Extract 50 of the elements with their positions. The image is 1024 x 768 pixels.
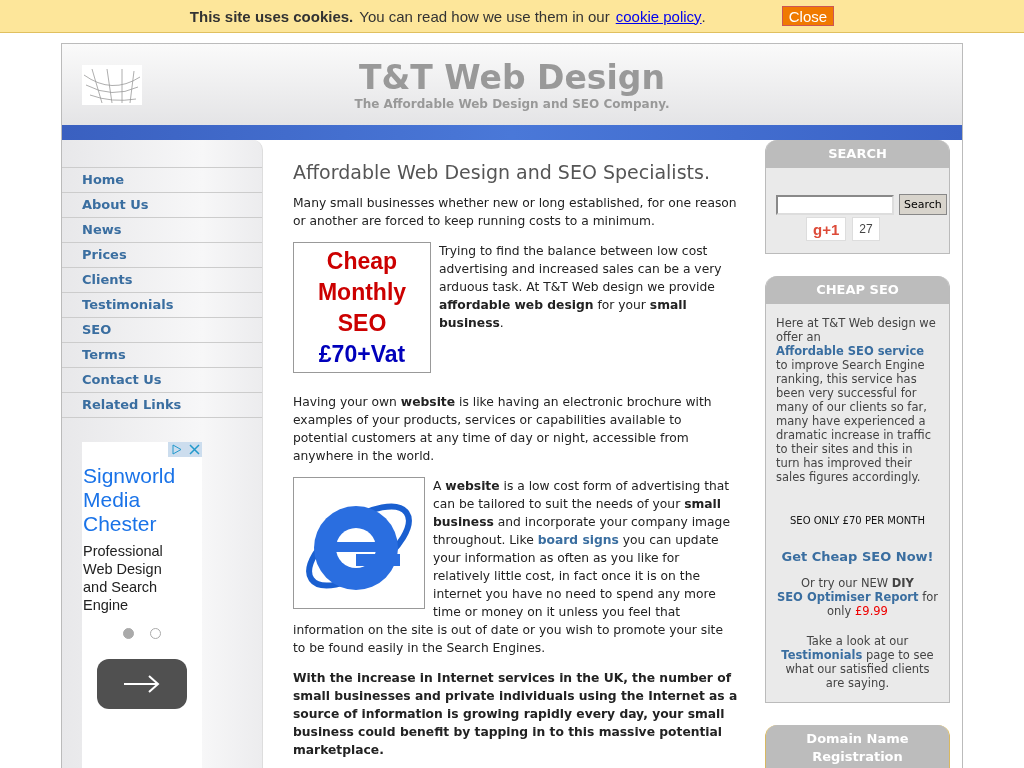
page-heading: Affordable Web Design and SEO Specialists. <box>293 160 711 184</box>
seo-paragraph: Here at T&T Web design we offer an Affordable SEO service to improve Search Engine ranking, this service has been very successful for many of our clients so far, many have experienced a dramatic increase in traffic to their sites and this in turn has improved their sales figures accordingly. <box>776 316 937 484</box>
nav-link[interactable]: Terms <box>62 342 262 367</box>
next-button[interactable] <box>97 659 187 709</box>
plus-one-count: 27 <box>852 217 880 241</box>
text-link[interactable]: Testimonials <box>781 648 863 662</box>
intro-paragraph: Many small businesses whether new or long established, for one reason or another are forced to keep running costs to a minimum. <box>293 195 738 230</box>
text-link[interactable]: Affordable SEO service <box>776 344 925 358</box>
cookie-period: . <box>701 7 706 25</box>
body-paragraph: Trying to find the balance between low cost advertising and increased sales can be a very arduous task. At T&T Web design we provide affordable web design for your small business. <box>439 243 723 332</box>
panel-title: CHEAP SEO <box>766 276 949 304</box>
seo-offer: SEO ONLY £70 PER MONTH <box>789 514 926 528</box>
diy-paragraph: Or try our NEW DIY SEO Optimiser Report for only £9.99 <box>776 576 939 618</box>
closing-paragraph: With the increase in Internet services in the UK, the number of small businesses and private individuals using the Internet as a source of information is growing rapidly every day, your small business could benefit by tapping in to this massive potential marketplace. <box>293 670 738 759</box>
testimonials-paragraph: Take a look at our Testimonials page to see what our satisfied clients are saying. <box>780 634 935 690</box>
text-link[interactable]: board signs <box>537 533 619 547</box>
nav-link[interactable]: Contact Us <box>62 367 262 392</box>
plus-one-button[interactable]: g+1 <box>806 217 847 241</box>
web-mesh-logo-icon <box>82 64 142 105</box>
cookie-policy-link[interactable]: cookie policy <box>615 7 702 25</box>
site-tagline: The Affordable Web Design and SEO Company. <box>354 96 670 111</box>
nav-link[interactable]: SEO <box>62 317 262 342</box>
nav-link[interactable]: News <box>62 217 262 242</box>
carousel-dot[interactable] <box>150 628 161 639</box>
ad-choices-icon[interactable] <box>168 442 202 457</box>
nav-link[interactable]: Clients <box>62 267 262 292</box>
ad-text: Professional Web Design and Search Engine <box>82 542 164 614</box>
carousel-dot[interactable] <box>123 628 134 639</box>
nav-link[interactable]: Testimonials <box>62 292 262 317</box>
search-button[interactable]: Search <box>899 194 947 215</box>
text-link[interactable]: SEO Optimiser Report <box>776 590 919 604</box>
close-button[interactable]: Close <box>781 6 835 26</box>
promo-banner: Cheap Monthly SEO £70+Vat <box>293 242 431 373</box>
cheap-seo-link[interactable]: Get Cheap SEO Now! <box>776 550 939 564</box>
arrow-right-icon <box>122 674 162 694</box>
nav-link[interactable]: Prices <box>62 242 262 267</box>
search-field[interactable] <box>776 194 894 215</box>
cookie-text: You can read how we use them in our <box>359 7 610 25</box>
nav-link[interactable]: Related Links <box>62 392 262 418</box>
cookie-title: This site uses cookies. <box>189 7 354 25</box>
nav-link[interactable]: Home <box>62 167 262 192</box>
panel-title: Domain Name Registration <box>766 725 949 768</box>
browser-logo-icon <box>293 477 425 609</box>
nav-link[interactable]: About Us <box>62 192 262 217</box>
body-paragraph: information on the site is out of date or you wish to promote your site to be found easily in the Search Engines. <box>293 622 724 657</box>
ad-title[interactable]: Signworld Media Chester <box>82 442 202 536</box>
body-paragraph: Having your own website is like having an electronic brochure with examples of your products, services or capabilities available to potential customers at any time of day or night, accessible from anywhere in the world. <box>293 394 713 465</box>
body-paragraph: A website is a low cost form of advertising that can be tailored to suit the needs of your small business and incorporate your company image throughout. Like board signs you can update your information as often as you like for relatively little cost, in fact once it is on the internet you have no need to spend any more time or money on it unless you feel that <box>433 478 731 621</box>
site-title: T&T Web Design <box>359 58 665 97</box>
panel-title: SEARCH <box>766 140 949 168</box>
